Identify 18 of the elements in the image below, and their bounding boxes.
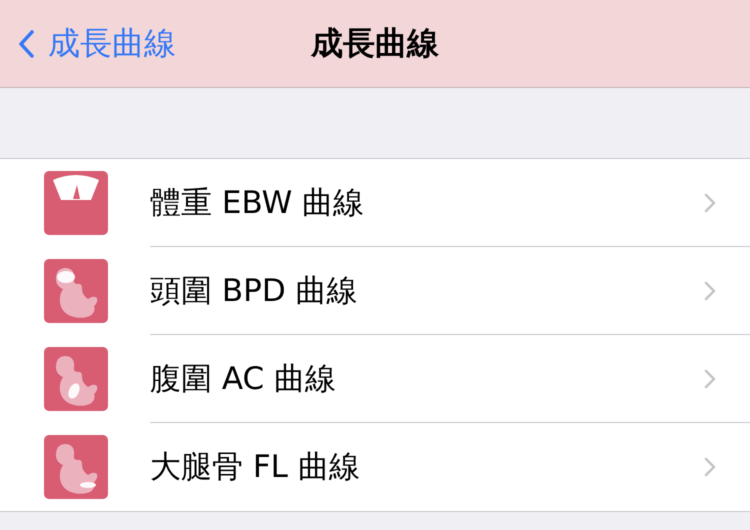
item-label: 頭圍 BPD 曲線 <box>150 272 358 310</box>
item-label: 腹圍 AC 曲線 <box>150 360 336 398</box>
chevron-icon <box>704 368 716 388</box>
list-item[interactable]: 大腿骨 FL 曲線 <box>0 423 750 511</box>
list-item[interactable]: 體重 EBW 曲線 <box>0 159 750 247</box>
item-label: 大腿骨 FL 曲線 <box>150 448 360 487</box>
scale-icon <box>44 171 108 235</box>
chevron-icon <box>704 457 716 477</box>
chevron-icon <box>704 280 716 300</box>
back-icon <box>18 30 34 58</box>
fetus-icon <box>44 347 108 411</box>
item-label: 體重 EBW 曲線 <box>150 184 364 222</box>
list-item[interactable]: 腹圍 AC 曲線 <box>0 335 750 423</box>
nav-title: 成長曲線 <box>311 22 439 64</box>
chevron-icon <box>704 192 716 212</box>
fetus-icon <box>44 259 108 323</box>
list-item[interactable]: 頭圍 BPD 曲線 <box>0 247 750 335</box>
fetus-icon <box>44 435 108 499</box>
